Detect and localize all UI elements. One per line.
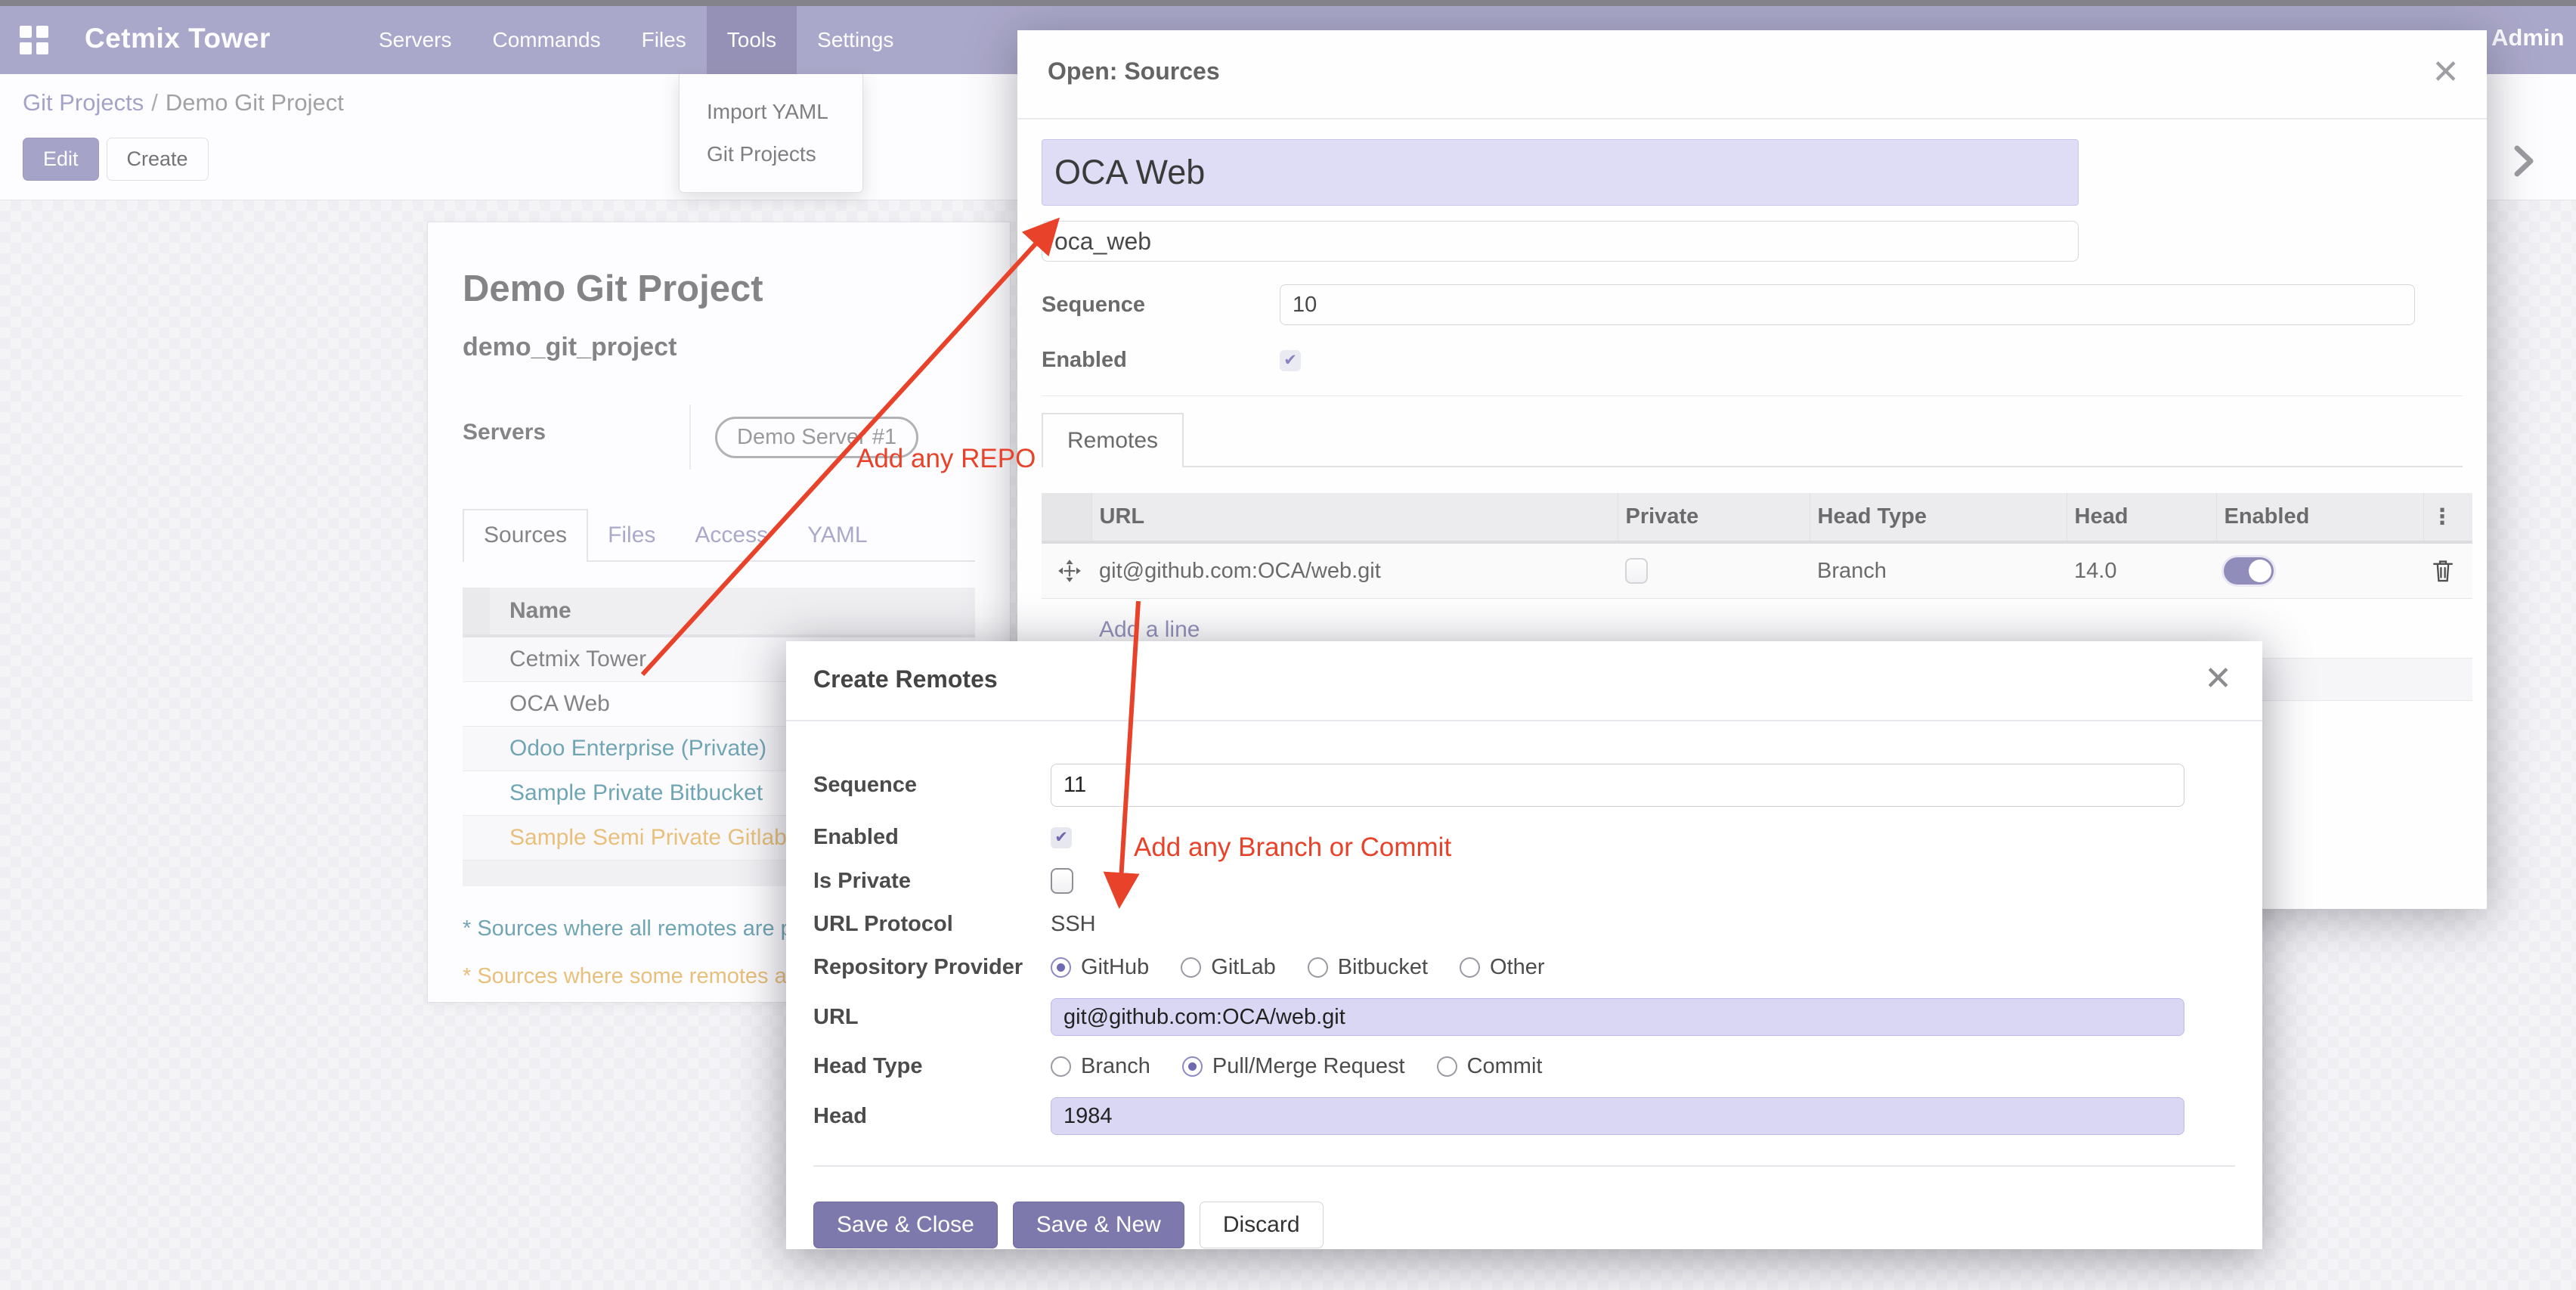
radio-commit[interactable]: Commit — [1437, 1054, 1543, 1079]
save-and-close-button[interactable]: Save & Close — [813, 1202, 998, 1248]
is-private-checkbox[interactable] — [1051, 868, 1073, 894]
radio-icon — [1437, 1056, 1457, 1077]
repository-provider-field-row: Repository Provider GitHub GitLab Bitbuc… — [813, 955, 2235, 980]
save-and-new-button[interactable]: Save & New — [1013, 1202, 1184, 1248]
radio-selected-icon — [1051, 957, 1071, 978]
url-label: URL — [813, 1005, 1051, 1030]
radio-label: Bitbucket — [1338, 955, 1428, 980]
radio-bitbucket[interactable]: Bitbucket — [1308, 955, 1428, 980]
head-type-radios: Branch Pull/Merge Request Commit — [1051, 1054, 1542, 1079]
radio-github[interactable]: GitHub — [1051, 955, 1149, 980]
close-icon[interactable]: ✕ — [2204, 662, 2232, 696]
url-protocol-field-row: URL Protocol SSH — [813, 912, 2235, 937]
head-label: Head — [813, 1104, 1051, 1129]
radio-icon — [1460, 957, 1480, 978]
radio-label: GitLab — [1211, 955, 1275, 980]
discard-button[interactable]: Discard — [1200, 1202, 1324, 1248]
head-type-label: Head Type — [813, 1054, 1051, 1079]
create-modal-header: Create Remotes ✕ — [786, 641, 2262, 721]
radio-branch[interactable]: Branch — [1051, 1054, 1150, 1079]
repository-provider-label: Repository Provider — [813, 955, 1051, 980]
url-protocol-value: SSH — [1051, 912, 1096, 937]
create-modal-title: Create Remotes — [813, 665, 2235, 693]
create-modal-footer: Save & Close Save & New Discard — [786, 1167, 2262, 1283]
create-modal-body: Sequence 11 Enabled ✔ Is Private URL Pro… — [786, 721, 2262, 1167]
radio-gitlab[interactable]: GitLab — [1181, 955, 1275, 980]
enabled-checkbox[interactable]: ✔ — [1051, 827, 1072, 848]
radio-selected-icon — [1182, 1056, 1203, 1077]
radio-icon — [1051, 1056, 1071, 1077]
sequence-label: Sequence — [813, 773, 1051, 798]
repository-provider-radios: GitHub GitLab Bitbucket Other — [1051, 955, 1545, 980]
radio-label: Other — [1490, 955, 1545, 980]
enabled-field-row: Enabled ✔ — [813, 825, 2235, 850]
radio-label: GitHub — [1081, 955, 1149, 980]
sequence-input[interactable]: 11 — [1051, 764, 2184, 807]
url-input[interactable]: git@github.com:OCA/web.git — [1051, 998, 2184, 1036]
radio-other[interactable]: Other — [1460, 955, 1545, 980]
radio-label: Branch — [1081, 1054, 1150, 1079]
url-field-row: URL git@github.com:OCA/web.git — [813, 998, 2235, 1036]
url-protocol-label: URL Protocol — [813, 912, 1051, 937]
is-private-label: Is Private — [813, 869, 1051, 894]
radio-icon — [1181, 957, 1201, 978]
radio-icon — [1308, 957, 1328, 978]
head-type-field-row: Head Type Branch Pull/Merge Request Comm… — [813, 1054, 2235, 1079]
create-remotes-modal: Create Remotes ✕ Sequence 11 Enabled ✔ I… — [786, 641, 2262, 1249]
head-input[interactable]: 1984 — [1051, 1097, 2184, 1135]
sequence-field-row: Sequence 11 — [813, 764, 2235, 807]
head-field-row: Head 1984 — [813, 1097, 2235, 1135]
is-private-field-row: Is Private — [813, 868, 2235, 894]
radio-label: Commit — [1467, 1054, 1543, 1079]
enabled-label: Enabled — [813, 825, 1051, 850]
radio-label: Pull/Merge Request — [1212, 1054, 1405, 1079]
radio-pull-merge-request[interactable]: Pull/Merge Request — [1182, 1054, 1405, 1079]
